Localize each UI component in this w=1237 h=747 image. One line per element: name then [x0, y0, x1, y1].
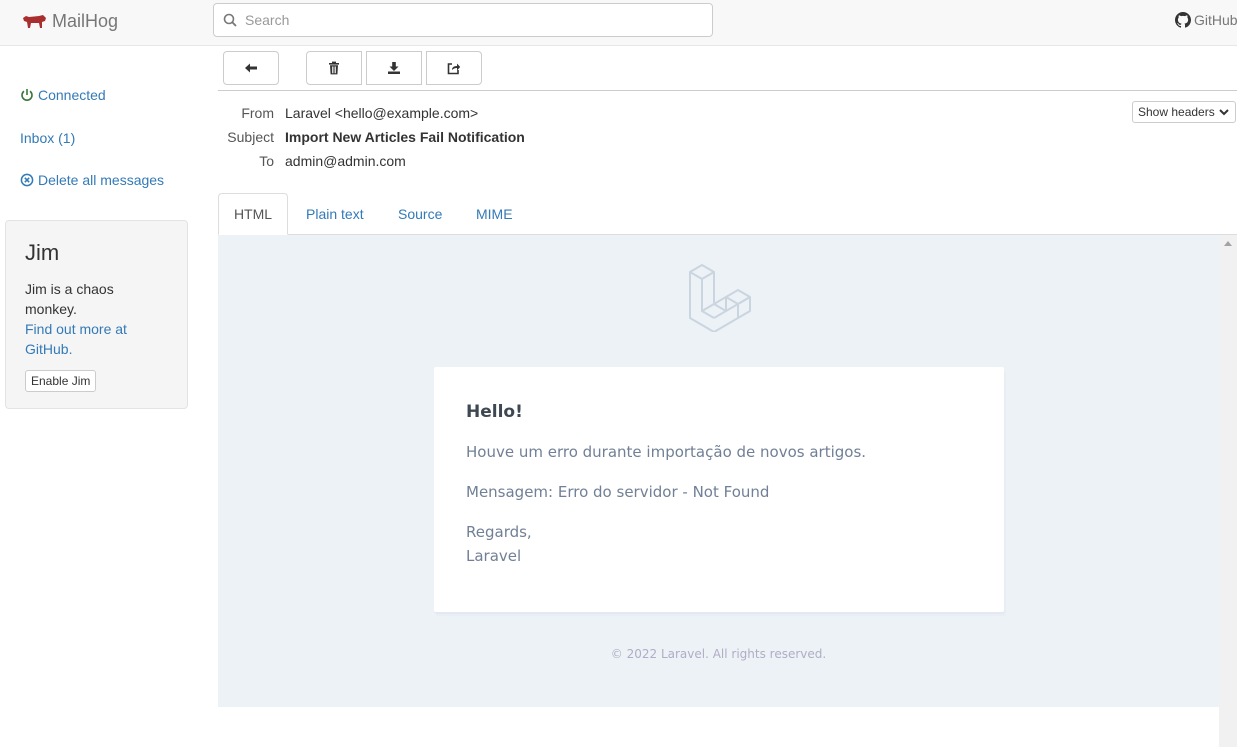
show-headers-button[interactable]: Show headers — [1132, 101, 1236, 123]
download-button[interactable] — [366, 51, 422, 85]
search-box[interactable] — [213, 3, 713, 37]
tab-html[interactable]: HTML — [218, 193, 288, 235]
jim-title: Jim — [25, 240, 60, 265]
chevron-down-icon — [1219, 109, 1229, 116]
share-icon — [447, 63, 461, 75]
inbox-link[interactable]: Inbox (1) — [20, 130, 75, 146]
delete-all-label: Delete all messages — [38, 172, 165, 188]
jim-description: Jim is a chaos monkey. — [25, 281, 114, 317]
brand-name: MailHog — [52, 10, 119, 31]
email-line-1: Houve um erro durante importação de novo… — [466, 443, 867, 461]
show-headers-label: Show headers — [1138, 105, 1215, 119]
github-icon — [1175, 12, 1191, 28]
from-value: Laravel <hello@example.com> — [285, 105, 479, 121]
enable-jim-button[interactable]: Enable Jim — [25, 370, 97, 392]
jim-github-link[interactable]: Find out more at GitHub. — [25, 319, 168, 359]
preview-scrollbar[interactable] — [1219, 235, 1237, 747]
inbox-label: Inbox (1) — [20, 130, 76, 146]
tab-plain-text[interactable]: Plain text — [291, 193, 379, 235]
pig-logo-icon — [23, 15, 46, 28]
subject-label: Subject — [227, 129, 274, 145]
email-preview: Hello! Houve um erro durante importação … — [218, 235, 1219, 707]
arrow-left-icon — [245, 63, 257, 73]
connection-status-label: Connected — [38, 87, 106, 103]
to-value: admin@admin.com — [285, 153, 406, 169]
scroll-up-arrow-icon[interactable] — [1224, 241, 1232, 246]
email-regards: Regards, — [466, 523, 532, 541]
download-icon — [388, 62, 400, 74]
tab-html-label: HTML — [233, 206, 273, 222]
search-icon — [223, 13, 237, 27]
toolbar-divider — [218, 90, 1237, 91]
remove-circle-icon — [20, 173, 34, 187]
release-button[interactable] — [426, 51, 482, 85]
to-label: To — [259, 153, 274, 169]
connection-status: Connected — [20, 87, 106, 103]
back-button[interactable] — [223, 51, 279, 85]
jim-panel: Jim Jim is a chaos monkey. Find out more… — [5, 220, 188, 409]
delete-all-link[interactable]: Delete all messages — [20, 172, 164, 188]
from-label: From — [241, 105, 274, 121]
tab-plain-text-label: Plain text — [306, 206, 364, 222]
github-link[interactable]: GitHub — [1175, 12, 1237, 28]
top-navbar: MailHog GitHub — [0, 0, 1237, 46]
search-input[interactable] — [245, 12, 685, 28]
laravel-logo-icon — [689, 264, 751, 332]
tab-source-label: Source — [398, 206, 443, 222]
tab-source[interactable]: Source — [383, 193, 457, 235]
subject-value: Import New Articles Fail Notification — [285, 129, 525, 145]
tab-mime-label: MIME — [476, 206, 513, 222]
email-card: Hello! Houve um erro durante importação … — [434, 367, 1004, 612]
trash-icon — [329, 61, 339, 75]
github-label: GitHub — [1194, 12, 1237, 28]
tab-mime[interactable]: MIME — [461, 193, 528, 235]
delete-message-button[interactable] — [306, 51, 362, 85]
brand[interactable]: MailHog — [21, 9, 118, 33]
email-footer: © 2022 Laravel. All rights reserved. — [610, 647, 827, 661]
email-greeting: Hello! — [466, 402, 523, 422]
power-icon — [21, 89, 33, 101]
email-signature: Laravel — [466, 547, 522, 565]
email-line-2: Mensagem: Erro do servidor - Not Found — [466, 483, 770, 501]
